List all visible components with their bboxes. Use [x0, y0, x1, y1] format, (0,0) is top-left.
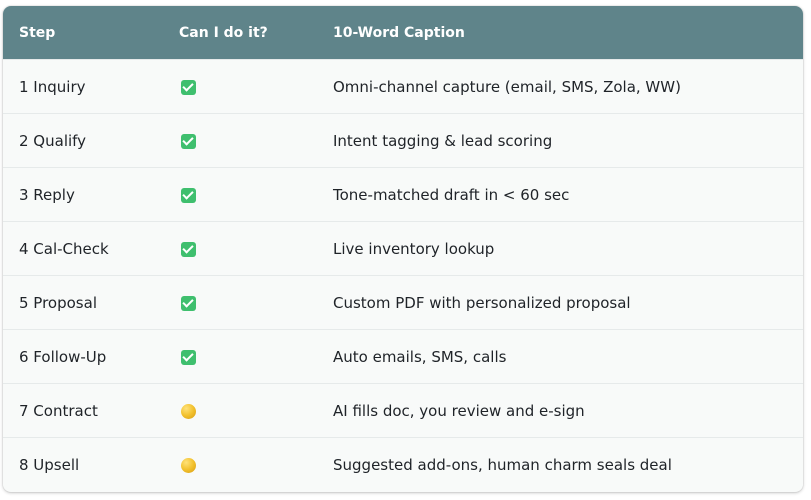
- check-icon: [181, 133, 196, 149]
- status-cell: [163, 240, 317, 258]
- step-cell: 4 Cal-Check: [19, 239, 109, 258]
- header-caption: 10-Word Caption: [333, 24, 465, 41]
- caption-cell: Suggested add-ons, human charm seals dea…: [333, 455, 672, 474]
- steps-table: Step Can I do it? 10-Word Caption 1 Inqu…: [3, 6, 803, 492]
- check-icon: [181, 187, 196, 203]
- check-icon: [181, 349, 196, 365]
- status-cell: [163, 186, 317, 204]
- status-cell: [163, 456, 317, 474]
- check-icon: [181, 79, 196, 95]
- caption-cell: Live inventory lookup: [333, 239, 495, 258]
- table-row: 2 Qualify Intent tagging & lead scoring: [3, 113, 803, 167]
- header-step: Step: [19, 24, 56, 41]
- header-can-i-do-it: Can I do it?: [179, 24, 268, 41]
- table-row: 1 Inquiry Omni-channel capture (email, S…: [3, 59, 803, 113]
- status-cell: [163, 348, 317, 366]
- caption-cell: Omni-channel capture (email, SMS, Zola, …: [333, 77, 681, 96]
- check-icon: [181, 295, 196, 311]
- step-cell: 3 Reply: [19, 185, 75, 204]
- status-cell: [163, 132, 317, 150]
- table-row: 7 Contract AI fills doc, you review and …: [3, 383, 803, 437]
- step-cell: 1 Inquiry: [19, 77, 86, 96]
- step-cell: 6 Follow-Up: [19, 347, 107, 366]
- table-row: 3 Reply Tone-matched draft in < 60 sec: [3, 167, 803, 221]
- step-cell: 8 Upsell: [19, 455, 80, 474]
- caption-cell: Auto emails, SMS, calls: [333, 347, 507, 366]
- status-cell: [163, 294, 317, 312]
- caption-cell: Custom PDF with personalized proposal: [333, 293, 631, 312]
- caption-cell: Tone-matched draft in < 60 sec: [333, 185, 570, 204]
- step-cell: 7 Contract: [19, 401, 98, 420]
- table-header: Step Can I do it? 10-Word Caption: [3, 6, 803, 59]
- step-cell: 2 Qualify: [19, 131, 87, 150]
- status-cell: [163, 78, 317, 96]
- table-row: 4 Cal-Check Live inventory lookup: [3, 221, 803, 275]
- yellow-circle-icon: [181, 403, 196, 419]
- caption-cell: Intent tagging & lead scoring: [333, 131, 553, 150]
- table-row: 6 Follow-Up Auto emails, SMS, calls: [3, 329, 803, 383]
- yellow-circle-icon: [181, 457, 196, 473]
- step-cell: 5 Proposal: [19, 293, 97, 312]
- table-row: 8 Upsell Suggested add-ons, human charm …: [3, 437, 803, 491]
- status-cell: [163, 402, 317, 420]
- table-row: 5 Proposal Custom PDF with personalized …: [3, 275, 803, 329]
- check-icon: [181, 241, 196, 257]
- caption-cell: AI fills doc, you review and e-sign: [333, 401, 585, 420]
